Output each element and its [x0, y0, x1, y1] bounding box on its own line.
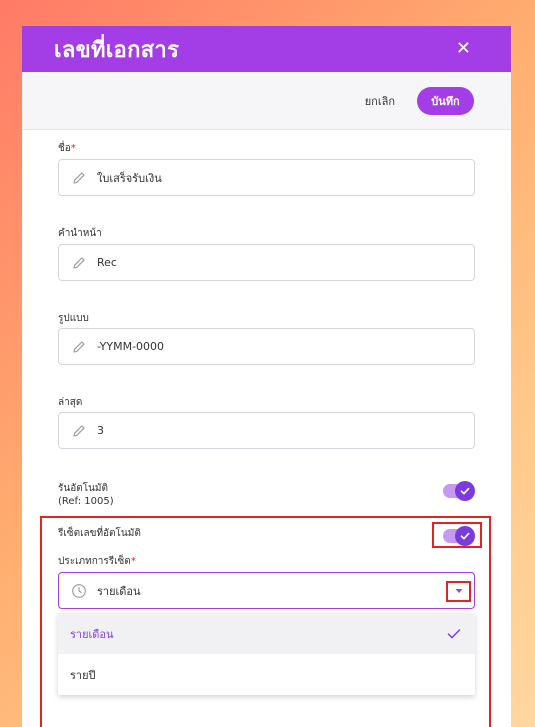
pencil-icon [73, 424, 85, 437]
check-icon [447, 628, 461, 638]
name-value: ใบเสร็จรับเงิน [97, 171, 162, 185]
clock-icon [72, 583, 86, 598]
prefix-input[interactable]: Rec [58, 244, 475, 281]
auto-reset-label: รีเซ็ตเลขที่อัตโนมัติ [58, 528, 141, 539]
modal-body: ชื่อ* ใบเสร็จรับเงิน คำนำหน้า Rec รูปแบบ… [22, 26, 511, 727]
auto-reset-toggle[interactable] [443, 526, 475, 546]
reset-type-value: รายเดือน [97, 584, 141, 598]
prefix-label: คำนำหน้า [58, 228, 102, 239]
prefix-value: Rec [97, 256, 117, 269]
pencil-icon [73, 256, 85, 269]
latest-input[interactable]: 3 [58, 412, 475, 449]
format-value: -YYMM-0000 [97, 340, 165, 353]
name-input[interactable]: ใบเสร็จรับเงิน [58, 159, 475, 196]
chevron-down-icon[interactable] [450, 582, 468, 600]
option-monthly[interactable]: รายเดือน [58, 613, 475, 654]
check-icon [455, 481, 475, 501]
option-yearly[interactable]: รายปี [58, 654, 475, 695]
latest-label: ล่าสุด [58, 397, 83, 408]
reset-type-select[interactable]: รายเดือน [58, 572, 475, 609]
pencil-icon [73, 340, 85, 353]
auto-run-toggle[interactable] [443, 481, 475, 501]
latest-value: 3 [97, 424, 104, 437]
reset-type-label: ประเภทการรีเซ็ต* [58, 556, 136, 567]
pencil-icon [73, 171, 85, 184]
auto-run-label: รันอัตโนมัติ (Ref: 1005) [58, 483, 114, 507]
format-label: รูปแบบ [58, 313, 89, 324]
format-input[interactable]: -YYMM-0000 [58, 328, 475, 365]
reset-type-dropdown: รายเดือน รายปี [58, 613, 475, 695]
auto-run-ref: (Ref: 1005) [58, 496, 114, 507]
check-icon [455, 526, 475, 546]
name-label: ชื่อ* [58, 143, 76, 154]
